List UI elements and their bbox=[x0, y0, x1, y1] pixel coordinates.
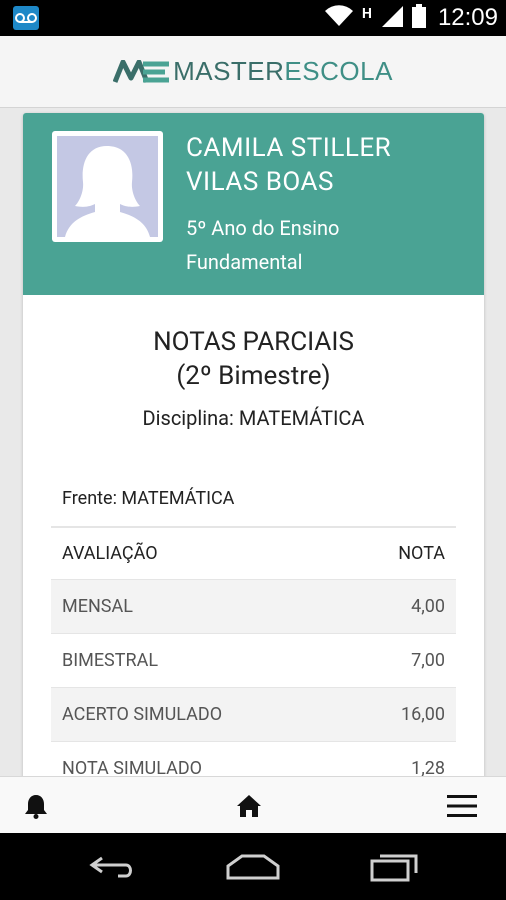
me-logo-icon bbox=[113, 59, 170, 83]
bottom-navigation bbox=[0, 776, 506, 833]
app-header: MASTERESCOLA bbox=[0, 36, 506, 108]
student-class: 5º Ano do Ensino Fundamental bbox=[186, 216, 340, 274]
report-title-block: NOTAS PARCIAIS (2º Bimestre) Disciplina:… bbox=[23, 325, 484, 430]
system-home-icon bbox=[226, 854, 280, 879]
back-icon bbox=[89, 856, 132, 877]
frente-label: Frente: MATEMÁTICA bbox=[62, 488, 235, 509]
network-type-label: H bbox=[362, 6, 372, 22]
grades-card: CAMILA STILLER VILAS BOAS 5º Ano do Ensi… bbox=[23, 113, 484, 793]
status-bar: H 12:09 bbox=[0, 0, 506, 36]
grades-table: AVALIAÇÃO NOTA MENSAL 4,00 BIMESTRAL 7,0… bbox=[51, 526, 456, 793]
signal-icon bbox=[380, 4, 404, 32]
column-header-grade: NOTA bbox=[398, 543, 445, 564]
logo-text-master: MASTER bbox=[173, 56, 285, 86]
bell-icon bbox=[25, 794, 47, 819]
student-header: CAMILA STILLER VILAS BOAS 5º Ano do Ensi… bbox=[23, 113, 484, 295]
voicemail-icon bbox=[13, 6, 39, 30]
notifications-button[interactable] bbox=[6, 777, 66, 834]
table-row: MENSAL 4,00 bbox=[51, 579, 456, 633]
table-row: ACERTO SIMULADO 16,00 bbox=[51, 687, 456, 741]
home-icon bbox=[237, 794, 261, 817]
menu-button[interactable] bbox=[432, 777, 492, 834]
evaluation-cell: MENSAL bbox=[62, 596, 133, 617]
app-logo: MASTERESCOLA bbox=[113, 56, 393, 87]
grade-cell: 4,00 bbox=[411, 596, 445, 617]
logo-text-escola: ESCOLA bbox=[284, 56, 393, 86]
page-title: NOTAS PARCIAIS bbox=[153, 327, 354, 357]
system-recents-button[interactable] bbox=[354, 833, 434, 900]
recents-icon bbox=[370, 854, 418, 881]
menu-icon bbox=[447, 794, 477, 817]
system-home-button[interactable] bbox=[213, 833, 293, 900]
table-row: BIMESTRAL 7,00 bbox=[51, 633, 456, 687]
column-header-evaluation: AVALIAÇÃO bbox=[62, 543, 158, 564]
home-button[interactable] bbox=[219, 777, 279, 834]
evaluation-cell: BIMESTRAL bbox=[62, 650, 159, 671]
wifi-icon bbox=[324, 5, 354, 31]
avatar bbox=[52, 131, 163, 242]
system-back-button[interactable] bbox=[72, 833, 152, 900]
period-label: (2º Bimestre) bbox=[176, 361, 331, 391]
system-navigation-bar bbox=[0, 833, 506, 900]
grade-cell: 16,00 bbox=[400, 704, 445, 725]
clock: 12:09 bbox=[437, 4, 498, 31]
battery-icon bbox=[411, 4, 426, 32]
student-name: CAMILA STILLER VILAS BOAS bbox=[186, 133, 392, 197]
evaluation-cell: ACERTO SIMULADO bbox=[62, 704, 223, 725]
avatar-placeholder-icon bbox=[57, 136, 158, 237]
grade-cell: 7,00 bbox=[411, 650, 445, 671]
table-header: AVALIAÇÃO NOTA bbox=[51, 526, 456, 579]
discipline-label: Disciplina: MATEMÁTICA bbox=[142, 406, 365, 430]
